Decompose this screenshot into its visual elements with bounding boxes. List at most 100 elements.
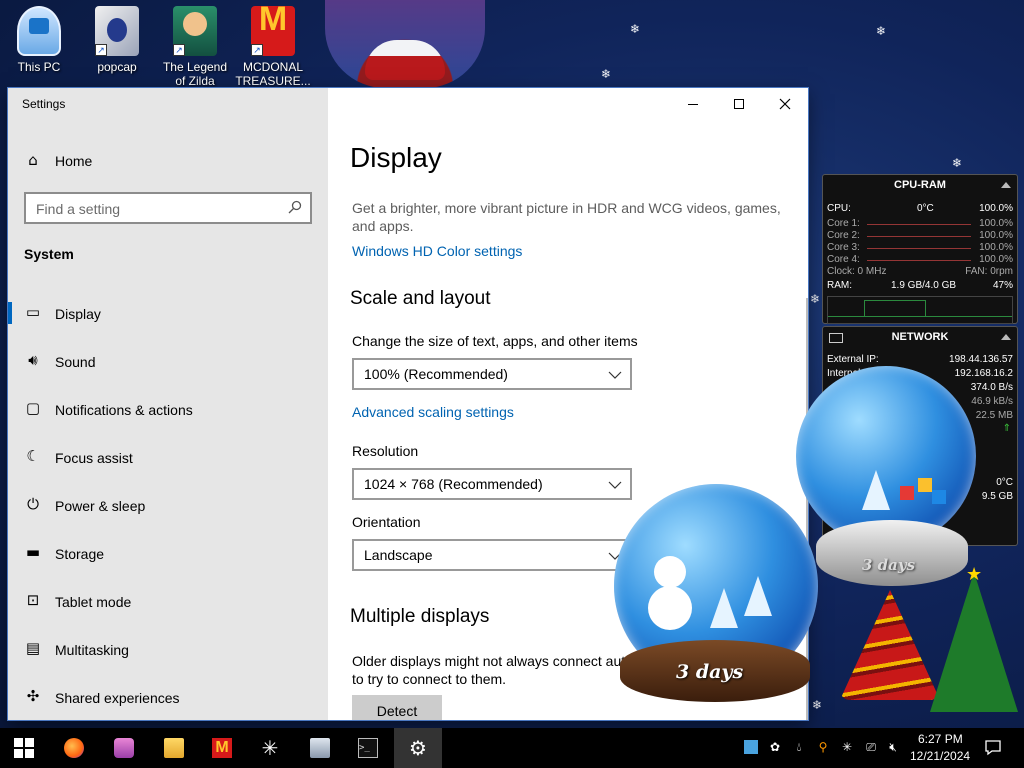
- minimize-button[interactable]: [670, 88, 716, 120]
- temp-value: 0°C: [996, 477, 1013, 488]
- gift-icon: [900, 486, 914, 500]
- settings-taskbar-button[interactable]: ⚙: [394, 728, 442, 768]
- multitasking-icon: ▤: [25, 639, 41, 657]
- desktop-icon-label: popcap: [97, 60, 137, 74]
- close-button[interactable]: [762, 88, 808, 120]
- external-ip-value: 198.44.136.57: [949, 354, 1013, 365]
- desktop-icon-mcdonalds-treasure[interactable]: ↗ MCDONAL TREASURE...: [235, 4, 311, 88]
- ram-value: 1.9 GB/4.0 GB: [891, 280, 957, 291]
- mcdonalds-app-button[interactable]: M: [198, 728, 246, 768]
- snow-globe-right[interactable]: [796, 366, 976, 546]
- desktop-icon-label: The Legend of Zilda: [162, 60, 228, 88]
- core-label: Core 4:: [827, 254, 860, 265]
- desktop-icon-legend-of-zilda[interactable]: ↗ The Legend of Zilda: [157, 4, 233, 88]
- sidebar-item-focus-assist[interactable]: ☾ Focus assist: [8, 434, 328, 480]
- tray-snowflake-icon[interactable]: ✳: [840, 740, 854, 754]
- window-title: Settings: [22, 97, 66, 111]
- sidebar-item-display[interactable]: ▭ Display: [8, 290, 328, 336]
- scrollbar[interactable]: [806, 298, 808, 720]
- collapse-arrow-icon[interactable]: [1001, 182, 1011, 188]
- tray-search-icon[interactable]: ⚲: [816, 740, 830, 754]
- gift-icon: [932, 490, 946, 504]
- scale-dropdown[interactable]: 100% (Recommended): [352, 358, 632, 390]
- sidebar-item-power-sleep[interactable]: ⏻ Power & sleep: [8, 482, 328, 528]
- sidebar-item-notifications[interactable]: ▢ Notifications & actions: [8, 386, 328, 432]
- search-box[interactable]: [24, 192, 312, 224]
- computer-icon: [310, 738, 330, 758]
- resolution-dropdown[interactable]: 1024 × 768 (Recommended): [352, 468, 632, 500]
- shortcut-arrow-icon: ↗: [251, 44, 263, 56]
- desktop-icon-label: MCDONAL TREASURE...: [235, 60, 311, 88]
- tray-app-icon[interactable]: [744, 740, 758, 754]
- desktop-icon-this-pc[interactable]: This PC: [1, 4, 77, 74]
- days-countdown-label: 3 days: [676, 661, 744, 683]
- moon-icon: ☾: [26, 447, 40, 465]
- start-button[interactable]: [0, 728, 48, 768]
- sidebar-item-label: Power & sleep: [55, 498, 146, 514]
- hd-color-settings-link[interactable]: Windows HD Color settings: [352, 243, 522, 259]
- clock-label: Clock: 0 MHz: [827, 266, 887, 277]
- firefox-icon: [64, 738, 84, 758]
- snowflake-decoration: ❄: [601, 67, 612, 81]
- tablet-icon: ⊡: [26, 591, 40, 609]
- sidebar-item-sound[interactable]: 🔊︎ Sound: [8, 338, 328, 384]
- sidebar-item-storage[interactable]: ▬ Storage: [8, 530, 328, 576]
- external-ip-label: External IP:: [827, 354, 879, 365]
- desktop-icon-popcap[interactable]: ↗ popcap: [79, 4, 155, 74]
- firefox-button[interactable]: [50, 728, 98, 768]
- search-input[interactable]: [36, 200, 276, 218]
- advanced-scaling-link[interactable]: Advanced scaling settings: [352, 404, 514, 420]
- sidebar-item-shared-experiences[interactable]: ✣ Shared experiences: [8, 674, 328, 720]
- core-label: Core 2:: [827, 230, 860, 241]
- multiple-displays-heading: Multiple displays: [350, 606, 490, 627]
- monitor-icon: ▭: [25, 303, 41, 321]
- terminal-icon: >_: [358, 738, 378, 758]
- collapse-arrow-icon[interactable]: [1001, 334, 1011, 340]
- network-icon[interactable]: ⎚: [864, 740, 878, 754]
- minimize-icon: [688, 103, 698, 105]
- tray-water-drop-icon[interactable]: 💧︎: [792, 740, 806, 754]
- sidebar-item-multitasking[interactable]: ▤ Multitasking: [8, 626, 328, 672]
- clock-date[interactable]: 12/21/2024: [910, 749, 970, 763]
- orientation-dropdown[interactable]: Landscape: [352, 539, 632, 571]
- sub-speed-value: 46.9 kB/s: [971, 396, 1013, 407]
- sidebar-item-label: Home: [55, 153, 93, 169]
- upload-arrow-icon: ⇑: [1002, 423, 1011, 434]
- core-value: 100.0%: [979, 218, 1013, 229]
- snowy-tree-decoration: [862, 470, 890, 510]
- game-app-button[interactable]: [100, 728, 148, 768]
- search-icon[interactable]: [288, 200, 302, 214]
- core-row: Core 2: 100.0%: [827, 230, 1013, 242]
- clock-row: Clock: 0 MHz FAN: 0rpm: [827, 266, 1013, 278]
- terminal-button[interactable]: >_: [344, 728, 392, 768]
- windows-logo-icon: [14, 738, 34, 758]
- mcdonalds-icon: ↗: [251, 6, 295, 56]
- sidebar-item-label: Notifications & actions: [55, 402, 193, 418]
- sidebar-item-tablet-mode[interactable]: ⊡ Tablet mode: [8, 578, 328, 624]
- snowman-head-decoration: [654, 556, 686, 588]
- cpu-ram-gadget[interactable]: CPU-RAM CPU: 0°C 100.0% Core 1: 100.0% C…: [822, 174, 1018, 324]
- file-explorer-button[interactable]: [150, 728, 198, 768]
- cpu-percent: 100.0%: [979, 203, 1013, 214]
- volume-muted-icon[interactable]: 🔇︎: [886, 740, 900, 754]
- drive-icon: ▬: [25, 543, 41, 561]
- page-title: Display: [350, 142, 442, 173]
- snowman-decoration: [648, 586, 692, 630]
- maximize-icon: [734, 99, 744, 109]
- core-row: Core 3: 100.0%: [827, 242, 1013, 254]
- network-app-button[interactable]: [296, 728, 344, 768]
- computer-icon: [17, 6, 61, 56]
- notification-center-icon[interactable]: [984, 738, 1002, 756]
- tray-colorful-icon[interactable]: ✿: [768, 740, 782, 754]
- scale-layout-heading: Scale and layout: [350, 288, 491, 309]
- snowflake-app-button[interactable]: ✳: [246, 728, 294, 768]
- chevron-down-icon: [608, 481, 622, 489]
- clock-time[interactable]: 6:27 PM: [918, 732, 963, 746]
- maximize-button[interactable]: [716, 88, 762, 120]
- sidebar-item-home[interactable]: ⌂ Home: [8, 146, 328, 186]
- scale-label: Change the size of text, apps, and other…: [352, 333, 638, 349]
- sidebar-item-label: Storage: [55, 546, 105, 562]
- orientation-label: Orientation: [352, 514, 421, 530]
- snowflake-decoration: ❄: [812, 698, 823, 712]
- detect-button[interactable]: Detect: [352, 695, 442, 720]
